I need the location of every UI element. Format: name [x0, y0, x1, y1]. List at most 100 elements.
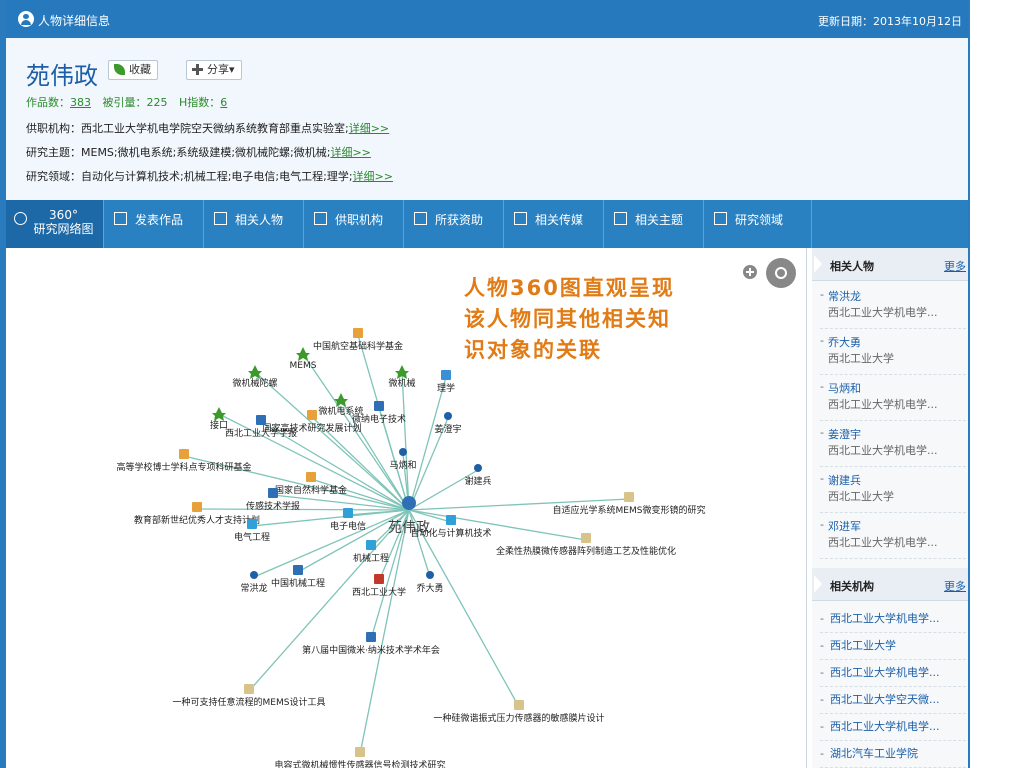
pc-icon [374, 401, 384, 411]
graph-node[interactable]: 中国机械工程 [271, 565, 325, 589]
graph-node-label: 国家自然科学基金 [275, 484, 347, 496]
graph-node-label: 常洪龙 [240, 582, 267, 594]
graph-node[interactable]: 教育部新世纪优秀人才支持计划 [134, 502, 260, 526]
related-orgs-header: 相关机构 更多 [812, 568, 968, 601]
works-count-link[interactable]: 383 [70, 96, 91, 109]
graph-node[interactable]: 乔大勇 [416, 571, 444, 594]
tab-label: 供职机构 [335, 213, 384, 227]
graph-node-label: 姜澄宇 [434, 423, 461, 435]
graph-edge [408, 376, 447, 511]
update-date: 更新日期：2013年10月12日 [818, 15, 962, 28]
field-info: 研究领域：自动化与计算机技术;机械工程;电子电信;电气工程;理学;详细>> [26, 168, 393, 184]
org-detail-link[interactable]: 详细>> [349, 122, 389, 135]
graph-node[interactable]: 自适应光学系统MEMS微变形镜的研究 [553, 492, 706, 516]
h-index-link[interactable]: 6 [220, 96, 227, 109]
tab-related-people[interactable]: 相关人物 [204, 200, 304, 248]
graph-node[interactable]: 高等学校博士学科点专项科研基金 [116, 449, 252, 473]
graph-node[interactable]: 一种硅微谐振式压力传感器的敏感膜片设计 [433, 700, 605, 724]
graph-node[interactable]: 西北工业大学 [352, 574, 406, 598]
tab-360-network[interactable]: 360° 研究网络图 [6, 200, 104, 248]
graph-node-label: 电气工程 [234, 531, 270, 543]
graph-node[interactable]: 常洪龙 [240, 571, 268, 594]
person-name-link[interactable]: 邓进军 [828, 518, 966, 534]
person-name-link[interactable]: 谢建兵 [828, 472, 966, 488]
graph-node-label: 谢建兵 [464, 475, 491, 487]
graph-node[interactable]: 一种可支持任意流程的MEMS设计工具 [173, 684, 326, 708]
network-icon [14, 212, 27, 225]
topic-detail-link[interactable]: 详细>> [330, 146, 370, 159]
doc-icon [307, 410, 317, 420]
pc-icon [256, 415, 266, 425]
graph-node[interactable]: 国家自然科学基金 [275, 472, 347, 496]
tab-bar: 360° 研究网络图 发表作品 相关人物 供职机构 所获资助 相关传媒 相关主题… [6, 200, 968, 248]
share-label: 分享▾ [207, 63, 235, 76]
related-person-item[interactable]: 马炳和西北工业大学机电学... [820, 380, 966, 421]
graph-node[interactable]: 全柔性热膜微传感器阵列制造工艺及性能优化 [496, 533, 676, 557]
person-icon [250, 571, 258, 579]
cited-count: 被引量：225 [102, 96, 168, 109]
star-icon [212, 407, 226, 421]
person-org: 西北工业大学机电学... [828, 398, 938, 411]
star-icon [296, 347, 310, 361]
graph-node-label: 西北工业大学 [352, 586, 406, 598]
graph-node[interactable]: 中国航空基础科学基金 [313, 328, 403, 352]
related-person-item[interactable]: 常洪龙西北工业大学机电学... [820, 288, 966, 329]
graph-node[interactable]: 电子电信 [330, 508, 366, 532]
pan-control-icon[interactable] [766, 258, 796, 288]
related-org-item[interactable]: 西北工业大学空天微... [820, 687, 966, 714]
related-sidebar: 相关人物 更多 常洪龙西北工业大学机电学...乔大勇西北工业大学马炳和西北工业大… [812, 248, 968, 768]
graph-node[interactable]: 第八届中国微米·纳米技术学术年会 [302, 632, 440, 656]
graph-caption: 人物360图直观呈现 该人物同其他相关知 识对象的关联 [456, 265, 736, 399]
tab-label: 研究领域 [735, 213, 784, 227]
graph-edge [253, 509, 410, 578]
graph-node-label: 微机械陀螺 [232, 377, 277, 389]
related-org-item[interactable]: 西北工业大学机电学... [820, 714, 966, 741]
person-name-link[interactable]: 常洪龙 [828, 288, 966, 304]
person-icon [402, 496, 416, 510]
tab-institutions[interactable]: 供职机构 [304, 200, 404, 248]
tab-topics[interactable]: 相关主题 [604, 200, 704, 248]
related-org-item[interactable]: 西北工业大学机电学... [820, 660, 966, 687]
person-name-link[interactable]: 马炳和 [828, 380, 966, 396]
caption-line-2: 该人物同其他相关知 [464, 307, 671, 331]
tab-funding[interactable]: 所获资助 [404, 200, 504, 248]
related-org-item[interactable]: 西北工业大学 [820, 633, 966, 660]
graph-node[interactable]: 电容式微机械惯性传感器信号检测技术研究 [274, 747, 446, 768]
graph-node[interactable]: 接口 [210, 407, 228, 431]
graph-node[interactable]: 姜澄宇 [434, 412, 462, 435]
graph-node[interactable]: 机械工程 [353, 540, 389, 564]
share-button[interactable]: 分享▾ [186, 60, 242, 80]
graph-node[interactable]: 微机械陀螺 [232, 365, 278, 389]
related-person-item[interactable]: 乔大勇西北工业大学 [820, 334, 966, 375]
zoom-in-icon[interactable] [743, 265, 757, 279]
topic-info: 研究主题：MEMS;微机电系统;系统级建模;微机械陀螺;微机械;详细>> [26, 144, 371, 160]
related-person-item[interactable]: 谢建兵西北工业大学 [820, 472, 966, 513]
graph-node-label: 传感技术学报 [246, 500, 300, 512]
org-info: 供职机构：西北工业大学机电学院空天微纳系统教育部重点实验室;详细>> [26, 120, 389, 136]
people-more-link[interactable]: 更多 [944, 258, 966, 274]
person-header: 苑伟政 收藏 分享▾ 作品数：383 被引量：225 H指数：6 供职机构：西北… [6, 38, 968, 200]
person-name-link[interactable]: 乔大勇 [828, 334, 966, 350]
graph-node[interactable]: 微机电系统 [318, 393, 364, 417]
person-name-link[interactable]: 姜澄宇 [828, 426, 966, 442]
graph-node[interactable]: 理学 [437, 370, 455, 394]
pc-icon [366, 632, 376, 642]
related-person-item[interactable]: 姜澄宇西北工业大学机电学... [820, 426, 966, 467]
related-org-item[interactable]: 湖北汽车工业学院 [820, 741, 966, 768]
tab-media[interactable]: 相关传媒 [504, 200, 604, 248]
person-stats: 作品数：383 被引量：225 H指数：6 [26, 94, 227, 110]
collect-button[interactable]: 收藏 [108, 60, 158, 80]
people-icon [214, 212, 227, 225]
field-detail-link[interactable]: 详细>> [353, 170, 393, 183]
graph-node-label: 理学 [437, 382, 455, 394]
related-person-item[interactable]: 邓进军西北工业大学机电学... [820, 518, 966, 559]
graph-node-label: 中国航空基础科学基金 [313, 340, 403, 352]
tab-fields[interactable]: 研究领域 [704, 200, 812, 248]
graph-node-label: 自适应光学系统MEMS微变形镜的研究 [553, 504, 706, 516]
orgs-more-link[interactable]: 更多 [944, 578, 966, 594]
related-people-header: 相关人物 更多 [812, 248, 968, 281]
graph-node-label: 电子电信 [330, 520, 366, 532]
tab-publications[interactable]: 发表作品 [104, 200, 204, 248]
center-node-label: 苑伟政 [388, 520, 430, 536]
related-org-item[interactable]: 西北工业大学机电学... [820, 606, 966, 633]
